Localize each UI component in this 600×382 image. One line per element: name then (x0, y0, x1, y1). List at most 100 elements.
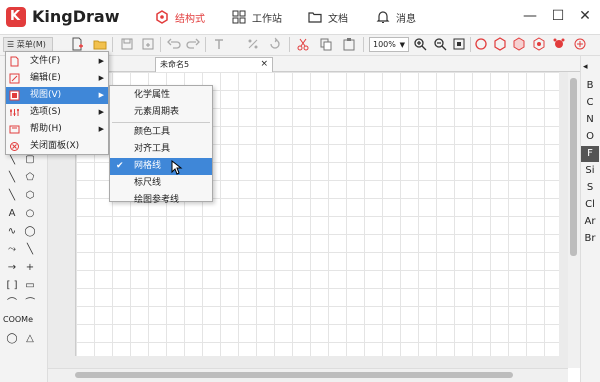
tab-documents-label: 文档 (328, 13, 348, 25)
submenu-item-align-tools[interactable]: 对齐工具 (110, 141, 212, 158)
kingdraw-logo: K (6, 7, 26, 27)
help-icon (9, 125, 20, 134)
cut-icon[interactable] (296, 37, 310, 51)
rectangle-tool[interactable]: ▭ (22, 278, 38, 294)
tab-messages[interactable]: 消息 (376, 8, 416, 26)
element-cl[interactable]: Cl (581, 197, 599, 213)
zoom-in-icon[interactable] (413, 37, 427, 51)
redo-icon[interactable] (186, 37, 200, 51)
zoom-out-icon[interactable] (433, 37, 447, 51)
submenu-item-chemical-properties[interactable]: 化学属性 (110, 87, 212, 104)
submenu-arrow-icon: ▶ (98, 57, 104, 65)
submenu-item-ruler-lines[interactable]: 标尺线 (110, 175, 212, 192)
new-file-icon[interactable] (70, 37, 84, 51)
view-icon (9, 90, 20, 101)
wedge-bond-tool[interactable]: ╲ (4, 170, 20, 186)
paste-icon[interactable] (342, 37, 356, 51)
vertical-scroll-thumb[interactable] (570, 78, 577, 256)
toolbar-divider (160, 37, 161, 52)
group-tool-label[interactable]: COOMe (3, 315, 33, 324)
element-br[interactable]: Br (581, 231, 599, 247)
maximize-button[interactable]: ☐ (548, 6, 568, 26)
tab-structure[interactable]: 结构式 (155, 8, 205, 26)
chevron-down-icon: ▼ (399, 41, 405, 49)
element-b[interactable]: B (581, 78, 599, 94)
menu-item-view-label: 视图(V) (30, 90, 62, 100)
close-window-button[interactable]: ✕ (575, 6, 595, 26)
close-panel-icon (10, 142, 19, 151)
element-n[interactable]: N (581, 112, 599, 128)
text-tool[interactable]: A (4, 206, 20, 222)
element-c[interactable]: C (581, 95, 599, 111)
submenu-arrow-icon: ▶ (98, 74, 104, 82)
chain-icon[interactable] (512, 37, 526, 51)
copy-icon[interactable] (319, 37, 333, 51)
submenu-item-drawing-guides[interactable]: 绘图参考线 (110, 192, 212, 209)
menu-button[interactable]: ☰ 菜单(M) (3, 37, 53, 52)
edit-icon (9, 73, 20, 84)
menu-icon: ☰ (7, 40, 17, 49)
submenu-item-grid-lines[interactable]: ✔ 网格线 (110, 158, 212, 175)
element-s[interactable]: S (581, 180, 599, 196)
open-folder-icon[interactable] (93, 37, 107, 51)
menu-item-view[interactable]: 视图(V) ▶ (6, 87, 108, 104)
element-si[interactable]: Si (581, 163, 599, 179)
menu-item-options[interactable]: 选项(S) ▶ (6, 104, 108, 121)
main-menu: 文件(F) ▶ 编辑(E) ▶ 视图(V) ▶ 选项(S) ▶ 帮助(H) ▶ 关闭面板(… (5, 51, 109, 155)
submenu-item-periodic-table[interactable]: 元素周期表 (110, 104, 212, 121)
view-submenu: 化学属性 元素周期表 颜色工具 对齐工具 ✔ 网格线 标尺线 绘图参考线 (109, 85, 213, 205)
shape-tool[interactable]: ⏜ (22, 296, 38, 312)
menu-item-file[interactable]: 文件(F) ▶ (6, 53, 108, 70)
orbital-tool[interactable]: ⌒ (4, 296, 20, 312)
element-ar[interactable]: Ar (581, 214, 599, 230)
toolbar-divider (205, 37, 206, 52)
flip-icon[interactable] (246, 37, 260, 51)
zoom-select[interactable]: 100% ▼ (369, 37, 409, 52)
bell-icon (376, 11, 390, 23)
menu-item-help-label: 帮助(H) (30, 124, 62, 134)
hexagon-tool[interactable]: ⬡ (22, 188, 38, 204)
menu-item-help[interactable]: 帮助(H) ▶ (6, 121, 108, 138)
arrow-tool[interactable]: → (4, 260, 20, 276)
undo-icon[interactable] (167, 37, 181, 51)
submenu-item-color-tools[interactable]: 颜色工具 (110, 124, 212, 141)
tab-documents[interactable]: 文档 (308, 8, 348, 26)
curve-tool[interactable]: ⤳ (4, 242, 20, 258)
element-o[interactable]: O (581, 129, 599, 145)
element-f[interactable]: F (581, 146, 599, 162)
close-tab-icon[interactable]: × (260, 58, 268, 71)
hexagon-icon[interactable] (493, 37, 507, 51)
dash-bond-tool[interactable]: ╲ (4, 188, 20, 204)
pentagon-tool[interactable]: ⬠ (22, 170, 38, 186)
template-icon[interactable] (532, 37, 546, 51)
horizontal-scroll-thumb[interactable] (75, 372, 513, 378)
menu-item-close-panel[interactable]: 关闭面板(X) (6, 138, 108, 155)
save-icon[interactable] (120, 37, 134, 51)
line-tool[interactable]: ╲ (22, 242, 38, 258)
save-as-icon[interactable] (141, 37, 155, 51)
submenu-arrow-icon: ▶ (98, 108, 104, 116)
wavy-tool[interactable]: ∿ (4, 224, 20, 240)
text-tool-icon[interactable] (212, 37, 226, 51)
biology-icon[interactable] (573, 37, 587, 51)
ring-icon[interactable] (474, 37, 488, 51)
document-tab[interactable]: 未命名5 × (155, 57, 273, 72)
rotate-icon[interactable] (268, 37, 282, 51)
plus-tool[interactable]: + (22, 260, 38, 276)
circle-outline-tool[interactable]: ◯ (4, 331, 20, 347)
collapse-arrow-icon[interactable]: ◂ (583, 62, 588, 72)
triangle-tool[interactable]: △ (22, 331, 38, 347)
bracket-tool[interactable]: [ ] (4, 278, 20, 294)
tab-workstation[interactable]: 工作站 (232, 8, 282, 26)
submenu-arrow-icon: ▶ (98, 125, 104, 133)
structure-icon[interactable] (552, 37, 566, 51)
fit-icon[interactable] (452, 37, 466, 51)
ellipse-tool[interactable]: ◯ (22, 224, 38, 240)
submenu-arrow-icon: ▶ (98, 91, 104, 99)
circle-tool[interactable]: ○ (22, 206, 38, 222)
menu-separator (112, 122, 210, 123)
toolbar-divider (363, 37, 364, 52)
options-icon (10, 109, 19, 116)
menu-item-edit[interactable]: 编辑(E) ▶ (6, 70, 108, 87)
minimize-button[interactable]: — (520, 6, 540, 26)
